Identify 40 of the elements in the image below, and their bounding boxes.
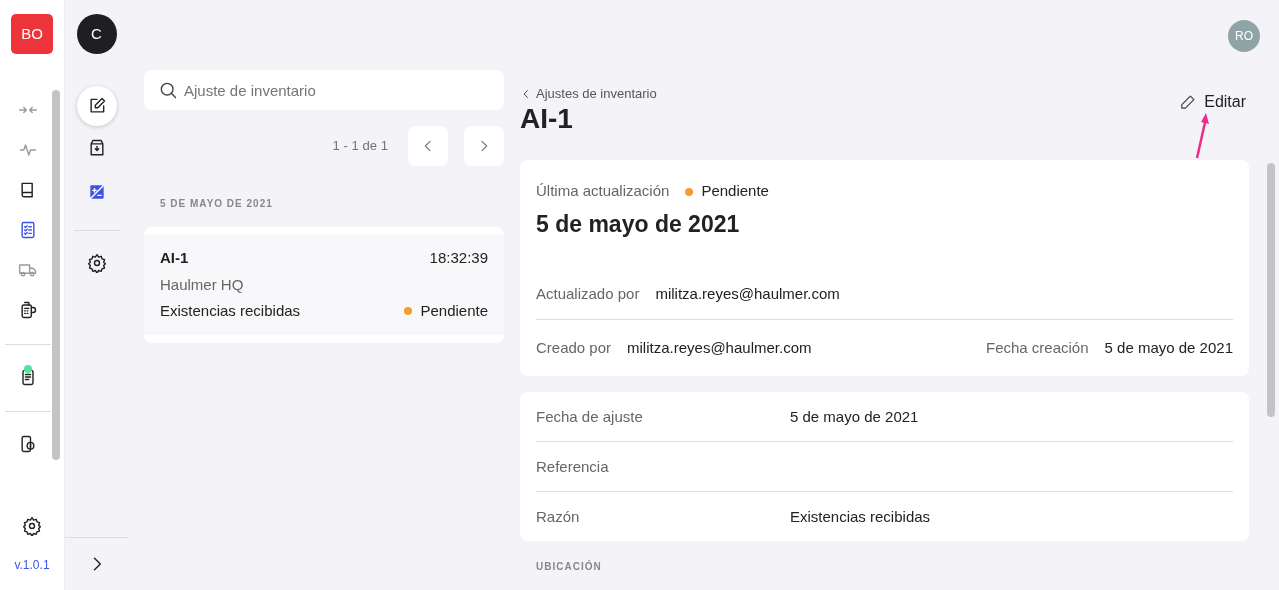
field-value: militza.reyes@haulmer.com <box>655 284 840 305</box>
field-label: Creado por <box>536 338 612 359</box>
field-value: Existencias recibidas <box>790 506 931 527</box>
status-label: Pendiente <box>420 301 488 321</box>
item-reason: Existencias recibidas <box>160 301 301 321</box>
status-label: Pendiente <box>701 181 769 202</box>
item-id: AI-1 <box>160 248 189 268</box>
field-value: militza.reyes@haulmer.com <box>627 338 812 359</box>
field-label: Referencia <box>536 456 610 477</box>
breadcrumb-link[interactable]: Ajustes de inventario <box>520 84 657 104</box>
scrollbar[interactable] <box>1267 163 1275 417</box>
list-item[interactable]: AI-1 18:32:39 Haulmer HQ Existencias recibidas Pendiente <box>144 227 504 343</box>
card-terminal-icon <box>18 300 38 320</box>
item-time: 18:32:39 <box>429 248 488 268</box>
pencil-icon <box>1179 93 1197 111</box>
summary-label: Última actualización <box>536 181 670 202</box>
subnav-item[interactable] <box>76 86 117 126</box>
page-title: AI-1 <box>520 103 574 135</box>
version-label: v.1.0.1 <box>14 557 50 574</box>
field-label: Actualizado por <box>536 284 640 305</box>
date-group-header: 5 DE MAYO DE 2021 <box>160 197 274 211</box>
edit-button[interactable]: Editar <box>1178 90 1247 114</box>
settings-icon <box>86 253 107 273</box>
search-field[interactable]: Ajuste de inventario <box>144 70 504 110</box>
summary-date: 5 de mayo de 2021 <box>536 209 741 239</box>
field-value: 5 de mayo de 2021 <box>1104 338 1233 359</box>
field-label: Fecha creación <box>986 338 1089 359</box>
field-label: Razón <box>536 506 581 527</box>
settings-icon <box>22 516 42 536</box>
field-value: 5 de mayo de 2021 <box>790 406 919 427</box>
item-location: Haulmer HQ <box>160 274 245 295</box>
pagination-label: 1 - 1 de 1 <box>332 137 388 156</box>
annotation-arrow <box>1194 112 1211 160</box>
section-header: UBICACIÓN <box>536 559 603 575</box>
checklist-icon <box>18 220 38 240</box>
brand-badge[interactable]: BO <box>11 14 53 54</box>
search-icon <box>158 80 178 100</box>
scrollbar[interactable] <box>52 90 60 460</box>
company-avatar[interactable]: C <box>76 14 117 54</box>
field-label: Fecha de ajuste <box>536 406 644 427</box>
